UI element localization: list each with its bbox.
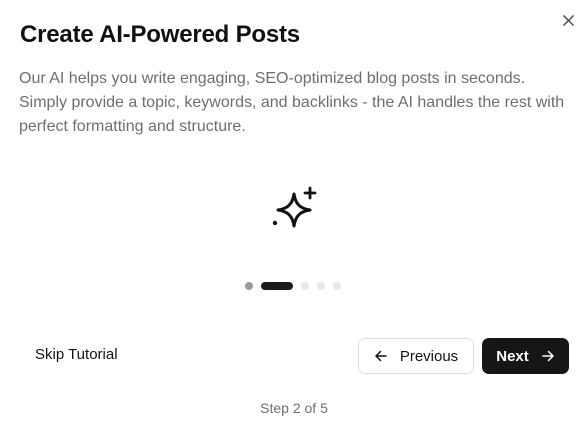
dialog-description: Our AI helps you write engaging, SEO-opt…: [19, 70, 565, 135]
step-indicator: [245, 282, 341, 290]
close-button[interactable]: [558, 10, 578, 30]
dialog-title: Create AI-Powered Posts: [20, 21, 300, 48]
previous-button[interactable]: Previous: [358, 338, 474, 374]
step-dot-5: [333, 282, 341, 290]
step-dot-4: [317, 282, 325, 290]
previous-label: Previous: [399, 347, 459, 365]
close-icon: [562, 14, 574, 26]
step-counter: Step 2 of 5: [260, 400, 328, 416]
skip-tutorial-button[interactable]: Skip Tutorial: [35, 346, 118, 363]
arrow-right-icon: [542, 350, 554, 362]
step-dot-1: [245, 282, 253, 290]
tutorial-dialog: Create AI-Powered Posts Our AI helps you…: [0, 0, 588, 437]
sparkles-icon: [272, 186, 317, 228]
next-button[interactable]: Next: [482, 338, 569, 374]
arrow-left-icon: [375, 350, 387, 362]
step-dot-2: [261, 282, 293, 290]
next-label: Next: [496, 347, 529, 365]
step-dot-3: [301, 282, 309, 290]
